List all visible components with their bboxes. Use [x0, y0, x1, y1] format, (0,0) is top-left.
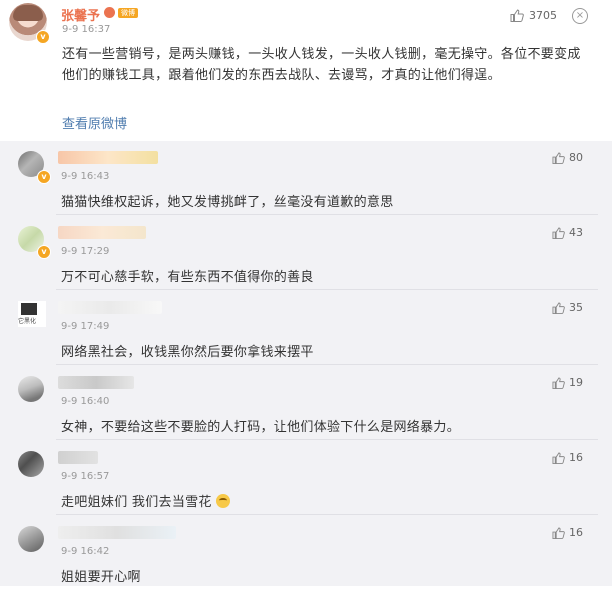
commenter-name-blurred[interactable]	[58, 451, 98, 464]
comment-divider	[56, 289, 598, 290]
comment-text: 女神，不要给这些不要脸的人打码，让他们体验下什么是网络暴力。	[61, 420, 461, 435]
comment-like-count: 19	[569, 376, 583, 389]
comment-like-count: 43	[569, 226, 583, 239]
commenter-name-blurred[interactable]	[58, 301, 162, 314]
thumbs-up-icon	[510, 9, 524, 22]
comment-divider	[56, 214, 598, 215]
comment-item: v 9-9 16:43 80 猫猫快维权起诉，她又发博挑衅了，丝毫没有道歉的意思	[0, 141, 612, 215]
comment-like-button[interactable]: 16	[552, 526, 583, 539]
main-post: v 张馨予 微博 9-9 16:37 3705 × 还有一些营销号，是两头赚钱，…	[0, 0, 612, 141]
comment-like-button[interactable]: 43	[552, 226, 583, 239]
comment-like-button[interactable]: 16	[552, 451, 583, 464]
post-like-count: 3705	[529, 9, 557, 22]
commenter-name-blurred[interactable]	[58, 151, 158, 164]
comment-divider	[56, 439, 598, 440]
verified-badge-icon: v	[36, 30, 50, 44]
comment-time: 9-9 17:29	[61, 246, 110, 257]
comment-like-count: 35	[569, 301, 583, 314]
comment-list: v 9-9 16:43 80 猫猫快维权起诉，她又发博挑衅了，丝毫没有道歉的意思…	[0, 141, 612, 586]
comment-time: 9-9 17:49	[61, 321, 110, 332]
comment-item: v 9-9 17:29 43 万不可心慈手软，有些东西不值得你的善良	[0, 216, 612, 290]
verified-badge-icon: v	[37, 245, 51, 259]
comment-item: 它黑化 9-9 17:49 35 网络黑社会，收钱黑你然后要你拿钱来摆平	[0, 291, 612, 365]
comment-like-button[interactable]: 80	[552, 151, 583, 164]
commenter-name-blurred[interactable]	[58, 526, 176, 539]
comment-like-count: 16	[569, 451, 583, 464]
comment-text: 走吧姐妹们 我们去当雪花	[61, 491, 230, 510]
comment-item: 9-9 16:40 19 女神，不要给这些不要脸的人打码，让他们体验下什么是网络…	[0, 366, 612, 440]
commenter-name-blurred[interactable]	[58, 376, 134, 389]
close-circle-icon[interactable]: ×	[572, 8, 588, 24]
comment-item: 9-9 16:42 16 姐姐要开心啊	[0, 516, 612, 590]
comment-like-button[interactable]: 19	[552, 376, 583, 389]
commenter-avatar[interactable]	[18, 526, 44, 552]
thumbs-up-icon	[552, 226, 565, 239]
comment-text: 网络黑社会，收钱黑你然后要你拿钱来摆平	[61, 345, 314, 360]
comment-item: 9-9 16:57 16 走吧姐妹们 我们去当雪花	[0, 441, 612, 515]
comment-time: 9-9 16:42	[61, 546, 110, 557]
comment-divider	[56, 364, 598, 365]
comment-time: 9-9 16:43	[61, 171, 110, 182]
view-original-link[interactable]: 查看原微博	[62, 113, 127, 132]
commenter-avatar[interactable]	[18, 451, 44, 477]
post-time: 9-9 16:37	[62, 24, 111, 35]
smiling-face-emoji	[215, 494, 230, 508]
level-badge: 微博	[118, 7, 138, 18]
comment-time: 9-9 16:40	[61, 396, 110, 407]
thumbs-up-icon	[552, 376, 565, 389]
verified-badge-icon: v	[37, 170, 51, 184]
post-like-button[interactable]: 3705	[510, 9, 557, 22]
member-icon	[104, 7, 115, 18]
comment-like-count: 80	[569, 151, 583, 164]
thumbs-up-icon	[552, 151, 565, 164]
comment-like-count: 16	[569, 526, 583, 539]
author-name[interactable]: 张馨予	[61, 5, 100, 24]
thumbs-up-icon	[552, 526, 565, 539]
post-text: 还有一些营销号，是两头赚钱，一头收人钱发，一头收人钱删，毫无操守。各位不要变成他…	[62, 47, 581, 83]
commenter-avatar[interactable]: 它黑化	[18, 301, 46, 327]
comment-text: 姐姐要开心啊	[61, 570, 141, 585]
commenter-avatar-text: 它黑化	[18, 318, 37, 325]
commenter-avatar[interactable]	[18, 376, 44, 402]
comment-text: 猫猫快维权起诉，她又发博挑衅了，丝毫没有道歉的意思	[61, 195, 394, 210]
comment-divider	[56, 514, 598, 515]
author-badges: 微博	[104, 7, 138, 18]
comment-like-button[interactable]: 35	[552, 301, 583, 314]
comment-time: 9-9 16:57	[61, 471, 110, 482]
comment-text: 万不可心慈手软，有些东西不值得你的善良	[61, 270, 314, 285]
thumbs-up-icon	[552, 451, 565, 464]
commenter-name-blurred[interactable]	[58, 226, 146, 239]
thumbs-up-icon	[552, 301, 565, 314]
